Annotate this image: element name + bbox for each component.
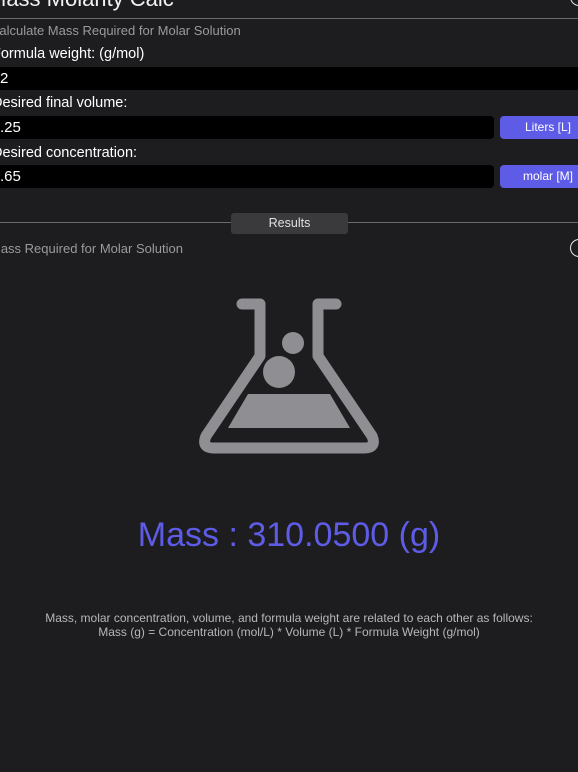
formula-weight-input[interactable] — [0, 67, 578, 90]
volume-label: Desired final volume: — [0, 95, 128, 111]
calculator-subtitle: Calculate Mass Required for Molar Soluti… — [0, 23, 241, 38]
volume-unit-button[interactable]: Liters [L] — [500, 116, 578, 139]
explanation-text: Mass, molar concentration, volume, and f… — [45, 611, 533, 625]
formula-weight-label: Formula weight: (g/mol) — [0, 46, 145, 62]
formula-text: Mass (g) = Concentration (mol/L) * Volum… — [98, 625, 480, 639]
concentration-label: Desired concentration: — [0, 145, 138, 161]
mass-result: Mass : 310.0500 (g) — [137, 516, 441, 554]
results-tab[interactable]: Results — [231, 213, 348, 234]
info-icon[interactable] — [570, 0, 578, 6]
volume-input[interactable] — [0, 116, 494, 139]
info-icon[interactable] — [570, 239, 578, 257]
concentration-unit-button[interactable]: molar [M] — [500, 165, 578, 188]
header-divider — [0, 18, 578, 19]
concentration-input[interactable] — [0, 165, 494, 188]
app-title: Mass Molarity Calc — [0, 0, 174, 12]
results-subtitle: Mass Required for Molar Solution — [0, 241, 183, 256]
flask-icon — [199, 298, 379, 454]
